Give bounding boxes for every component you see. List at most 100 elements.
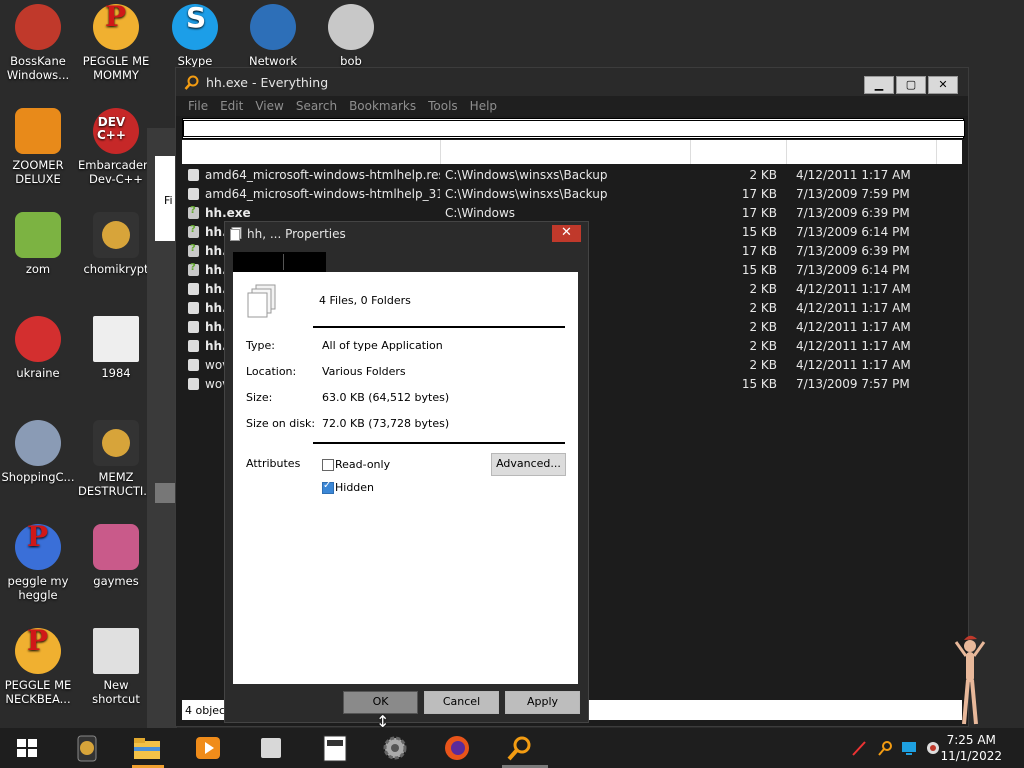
gamepad-icon (328, 4, 374, 50)
ok-button[interactable]: OK (343, 691, 418, 714)
maximize-button[interactable]: ▢ (896, 76, 926, 94)
everything-search-icon[interactable] (504, 734, 534, 762)
column-header-name[interactable] (182, 140, 441, 164)
result-date: 7/13/2009 6:39 PM (796, 244, 910, 258)
readonly-checkbox[interactable] (322, 459, 334, 471)
field-value: Various Folders (322, 365, 406, 378)
result-row[interactable]: amd64_microsoft-windows-htmlhelp_31b... C… (182, 185, 962, 204)
desktop-icon-label: BossKane Windows... (6, 54, 70, 82)
desktop-icon[interactable]: 1984 (78, 316, 154, 380)
text-file-icon (93, 316, 139, 362)
properties-title-bar[interactable]: hh, ... Properties ✕ (225, 222, 588, 246)
files-icon (230, 227, 242, 241)
application-file-icon (188, 262, 199, 276)
menu-view[interactable]: View (255, 99, 283, 113)
result-size: 15 KB (741, 377, 777, 391)
desktop-icon-label: MEMZ DESTRUCTI... (78, 470, 155, 498)
result-size: 17 KB (741, 206, 777, 220)
background-scroll-thumb[interactable] (155, 483, 175, 503)
everything-window-title: hh.exe - Everything (206, 75, 329, 90)
desktop-icon[interactable]: chomikrypt (78, 212, 154, 276)
cancel-button[interactable]: Cancel (424, 691, 499, 714)
file-icon (188, 321, 199, 333)
desktop-icon-label: Embarcadero Dev-C++ (78, 158, 155, 186)
result-row[interactable]: amd64_microsoft-windows-htmlhelp.reso...… (182, 166, 962, 185)
file-icon (188, 169, 199, 181)
column-header-size[interactable] (690, 140, 787, 164)
settings-gear-icon[interactable] (380, 734, 410, 762)
result-size: 2 KB (749, 339, 777, 353)
desktop-icon[interactable]: Ppeggle my heggle (0, 523, 76, 603)
properties-close-button[interactable]: ✕ (552, 225, 581, 242)
menu-search[interactable]: Search (296, 99, 337, 113)
menu-file[interactable]: File (188, 99, 208, 113)
result-date: 7/13/2009 6:14 PM (796, 225, 910, 239)
clock[interactable]: 7:25 AM 11/1/2022 (940, 732, 1002, 764)
media-player-icon[interactable] (193, 734, 223, 762)
desktop-icon[interactable]: P PEGGLE ME NECKBEA... (0, 627, 76, 707)
apply-button[interactable]: Apply (505, 691, 580, 714)
calculator-icon[interactable] (320, 734, 350, 762)
desktop-icon[interactable]: BossKane Windows... (0, 4, 76, 82)
hidden-checkbox[interactable] (322, 480, 334, 494)
desktop-icon[interactable]: zom (0, 212, 76, 276)
desktop-icon[interactable]: gaymes (78, 524, 154, 588)
desktop-icon[interactable]: MEMZ DESTRUCTI... (78, 420, 154, 498)
file-explorer-icon[interactable] (132, 734, 162, 762)
menu-tools[interactable]: Tools (428, 99, 458, 113)
field-label: Size on disk: (246, 417, 316, 430)
search-tray-icon[interactable] (876, 739, 894, 760)
file-icon (188, 378, 199, 390)
desktop-icon[interactable]: ukraine (0, 316, 76, 380)
firefox-icon[interactable] (442, 734, 472, 762)
phone-clock-icon[interactable] (72, 734, 102, 762)
menu-help[interactable]: Help (470, 99, 497, 113)
desktop-icon[interactable]: S Skype (157, 4, 233, 68)
windows-start-icon[interactable] (12, 734, 42, 762)
pen-icon[interactable] (850, 739, 868, 760)
separator (313, 326, 565, 328)
peggle-icon: P (15, 627, 61, 674)
file-icon (188, 340, 199, 352)
result-size: 17 KB (741, 244, 777, 258)
everything-menu-bar: File Edit View Search Bookmarks Tools Help (176, 96, 968, 116)
everything-search-icon (184, 75, 199, 90)
blank-file-icon[interactable] (256, 734, 286, 762)
desktop-icon[interactable]: bob (313, 4, 389, 68)
everything-title-bar[interactable]: hh.exe - Everything ▁ ▢ ✕ (176, 68, 968, 96)
desktop-icon[interactable]: Network (235, 4, 311, 68)
column-header-path[interactable] (440, 140, 691, 164)
tab-general[interactable] (233, 252, 326, 272)
field-label: Size: (246, 391, 273, 404)
result-name: amd64_microsoft-windows-htmlhelp_31b... (205, 187, 440, 201)
hidden-label[interactable]: Hidden (335, 481, 374, 494)
result-date: 4/12/2011 1:17 AM (796, 358, 911, 372)
application-file-icon (188, 243, 199, 257)
desktop-icon-label: ukraine (16, 366, 60, 380)
desktop-icon[interactable]: New shortcut (78, 628, 154, 706)
desktop-icon-label: New shortcut (92, 678, 140, 706)
field-label: Location: (246, 365, 297, 378)
minimize-button[interactable]: ▁ (864, 76, 894, 94)
attributes-label: Attributes (246, 457, 301, 470)
desktop-icon[interactable]: ZOOMER DELUXE (0, 108, 76, 186)
properties-title: hh, ... Properties (247, 227, 346, 241)
menu-bookmarks[interactable]: Bookmarks (349, 99, 416, 113)
close-button[interactable]: ✕ (928, 76, 958, 94)
flower-icon (15, 212, 61, 258)
search-input[interactable] (183, 120, 965, 137)
monitor-icon[interactable] (900, 739, 918, 760)
result-path: C:\Windows\winsxs\Backup (445, 187, 608, 201)
result-path: C:\Windows\winsxs\Backup (445, 168, 608, 182)
desktop-icon[interactable]: P PEGGLE ME MOMMY (78, 3, 154, 83)
speaker-icon[interactable] (924, 739, 942, 760)
desktop-icon[interactable]: DEV C++ Embarcadero Dev-C++ (78, 108, 155, 186)
desktop-icon[interactable]: ShoppingC... (0, 420, 76, 484)
result-size: 17 KB (741, 187, 777, 201)
advanced-button[interactable]: Advanced... (491, 453, 566, 476)
devcpp-icon: DEV C++ (93, 108, 139, 154)
column-header-date[interactable] (786, 140, 937, 164)
readonly-label[interactable]: Read-only (335, 458, 390, 471)
desktop-icon-label: Skype (177, 54, 213, 68)
menu-edit[interactable]: Edit (220, 99, 243, 113)
